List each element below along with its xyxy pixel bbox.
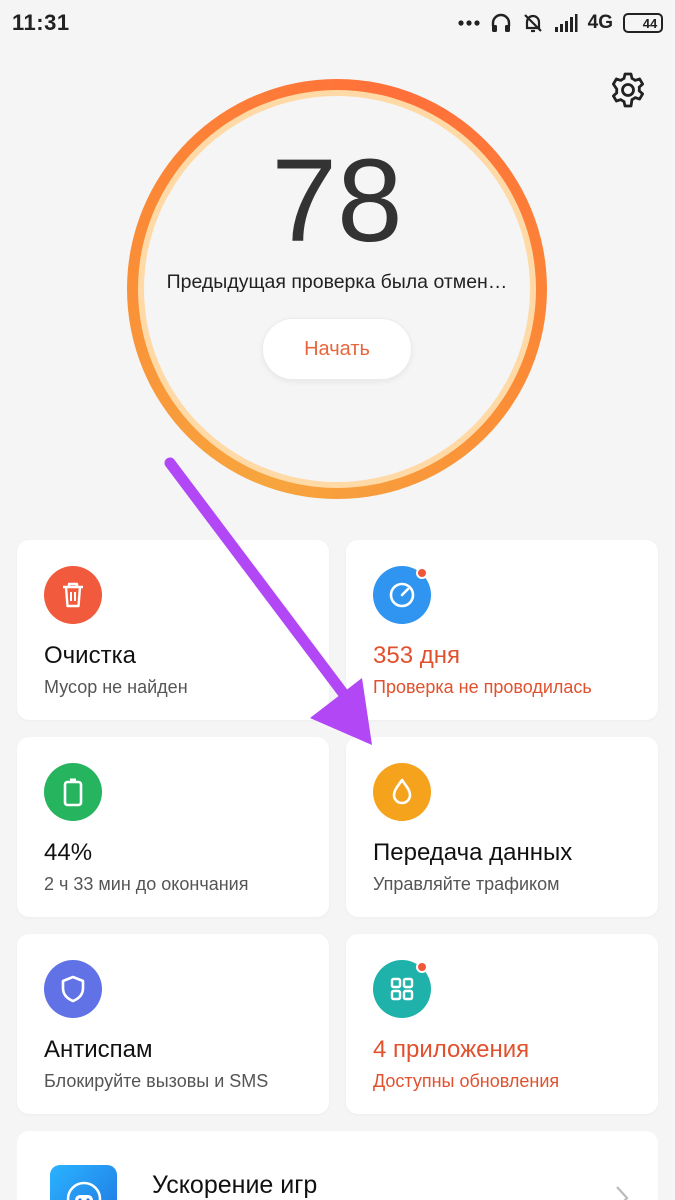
battery-icon xyxy=(44,763,102,821)
card-subtitle: Блокируйте вызовы и SMS xyxy=(44,1071,269,1091)
card-subtitle: Управляйте трафиком xyxy=(373,874,560,894)
card-security-scan[interactable]: 353 дня Проверка не проводилась xyxy=(346,540,658,720)
card-battery[interactable]: 44% 2 ч 33 мин до окончания xyxy=(17,737,329,917)
gamepad-icon xyxy=(50,1165,117,1200)
card-subtitle: Доступны обновления xyxy=(373,1071,560,1091)
status-time: 11:31 xyxy=(12,10,70,35)
card-data-usage[interactable]: Передача данных Управляйте трафиком xyxy=(346,737,658,917)
card-title: 353 дня xyxy=(373,642,460,669)
gear-icon xyxy=(612,72,644,108)
notification-dot xyxy=(416,961,428,973)
card-title: 4 приложения xyxy=(373,1036,530,1063)
status-icons: 4G 44 xyxy=(458,12,663,34)
security-score: 78 xyxy=(271,135,403,267)
card-title: Очистка xyxy=(44,642,136,669)
network-4g-icon: 4G xyxy=(587,12,613,33)
game-booster-title: Ускорение игр xyxy=(152,1171,318,1199)
headphones-icon xyxy=(490,12,512,34)
game-booster-row[interactable]: Ускорение игр xyxy=(17,1131,658,1200)
card-title: Антиспам xyxy=(44,1036,153,1063)
notification-dot xyxy=(416,567,428,579)
water-drop-icon xyxy=(373,763,431,821)
shield-icon xyxy=(44,960,102,1018)
status-bar: 11:31 4G 44 xyxy=(0,0,675,46)
card-antispam[interactable]: Антиспам Блокируйте вызовы и SMS xyxy=(17,934,329,1114)
card-app-updates[interactable]: 4 приложения Доступны обновления xyxy=(346,934,658,1114)
card-title: 44% xyxy=(44,839,93,866)
chevron-right-icon xyxy=(616,1186,629,1200)
card-subtitle: Мусор не найден xyxy=(44,677,188,697)
card-subtitle: 2 ч 33 мин до окончания xyxy=(44,874,249,894)
settings-button[interactable] xyxy=(608,70,648,110)
card-title: Передача данных xyxy=(373,839,573,866)
muted-bell-icon xyxy=(522,12,544,34)
battery-level: 44 xyxy=(642,15,658,31)
trash-icon xyxy=(44,566,102,624)
signal-icon xyxy=(554,13,578,33)
battery-icon: 44 xyxy=(623,13,663,33)
more-dots-icon xyxy=(458,19,480,27)
card-subtitle: Проверка не проводилась xyxy=(373,677,592,697)
card-cleanup[interactable]: Очистка Мусор не найден xyxy=(17,540,329,720)
score-subtitle: Предыдущая проверка была отмен… xyxy=(166,271,508,293)
start-scan-button[interactable]: Начать xyxy=(262,318,412,380)
